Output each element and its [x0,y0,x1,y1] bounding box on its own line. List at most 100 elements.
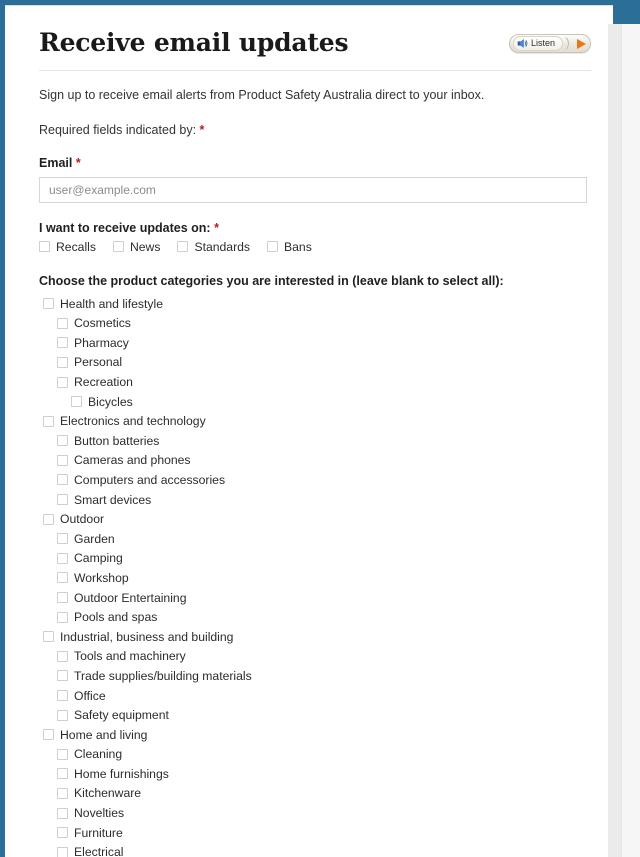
title-row: Receive email updates Listen [39,28,591,58]
checkbox-icon[interactable] [57,533,68,545]
checkbox-icon[interactable] [177,241,189,253]
category-option-label: Outdoor Entertaining [74,590,187,605]
category-option-label: Bicycles [88,394,133,409]
category-option[interactable]: Bicycles [39,392,591,412]
updates-checkbox-group: Recalls News Standards Bans [39,239,591,254]
checkbox-icon[interactable] [112,241,124,253]
listen-label: Listen [530,38,555,48]
checkbox-icon[interactable] [57,709,68,721]
checkbox-icon[interactable] [57,611,68,623]
category-option[interactable]: Health and lifestyle [39,294,591,314]
checkbox-icon[interactable] [39,241,50,253]
category-option[interactable]: Industrial, business and building [39,627,591,647]
checkbox-icon[interactable] [57,592,68,604]
category-option[interactable]: Kitchenware [39,784,591,804]
category-option[interactable]: Personal [39,353,591,373]
checkbox-icon[interactable] [57,454,68,466]
category-option-label: Pharmacy [74,335,129,350]
category-option[interactable]: Cleaning [39,744,591,764]
category-option[interactable]: Cameras and phones [39,451,591,471]
category-option[interactable]: Workshop [39,568,591,588]
category-option[interactable]: Furniture [39,823,591,843]
category-option[interactable]: Pools and spas [39,607,591,627]
checkbox-icon[interactable] [57,356,68,368]
category-option-label: Electrical [74,845,124,857]
category-option[interactable]: Novelties [39,803,591,823]
category-option-label: Cleaning [74,747,123,762]
page-title: Receive email updates [39,28,349,57]
checkbox-icon[interactable] [43,729,54,741]
checkbox-icon[interactable] [57,690,68,701]
category-option-label: Furniture [74,825,123,840]
category-option-label: Camping [74,551,123,566]
checkbox-icon[interactable] [57,807,68,819]
checkbox-icon[interactable] [57,337,68,349]
updates-option[interactable]: News [112,240,160,253]
category-option-label: Cosmetics [74,316,131,331]
category-option[interactable]: Office [39,686,591,706]
checkbox-icon[interactable] [57,572,68,584]
checkbox-icon[interactable] [57,317,68,329]
checkbox-icon[interactable] [57,552,68,564]
updates-option[interactable]: Recalls [39,239,96,254]
play-triangle-icon[interactable] [577,38,586,49]
category-option[interactable]: Electrical [39,842,591,857]
category-option[interactable]: Trade supplies/building materials [39,666,591,686]
category-option[interactable]: Recreation [39,372,591,392]
listen-button-inner[interactable]: Listen [512,36,563,51]
category-option[interactable]: Home and living [39,725,591,745]
checkbox-icon[interactable] [43,513,54,525]
page-content: Receive email updates Listen Sign up to … [5,6,613,857]
category-option[interactable]: Electronics and technology [39,411,591,431]
checkbox-icon[interactable] [57,650,68,662]
category-option-label: Kitchenware [74,786,142,801]
checkbox-icon[interactable] [57,827,68,839]
category-option[interactable]: Home furnishings [39,764,591,784]
category-option[interactable]: Tools and machinery [39,647,591,667]
category-option[interactable]: Garden [39,529,591,549]
category-option-label: Workshop [74,570,129,585]
updates-option[interactable]: Bans [267,239,312,254]
category-option-label: Recreation [74,375,133,389]
category-option-label: Novelties [74,806,125,821]
checkbox-icon[interactable] [57,748,68,760]
checkbox-icon[interactable] [57,787,68,799]
checkbox-icon[interactable] [57,435,68,447]
category-option[interactable]: Camping [39,549,591,569]
listen-button[interactable]: Listen [508,34,591,53]
category-option-label: Home furnishings [74,766,169,781]
updates-option-label: Standards [194,239,251,254]
email-input[interactable] [39,176,587,203]
updates-option-label: Recalls [56,239,96,254]
checkbox-icon[interactable] [267,241,279,253]
listen-separator-icon [565,37,569,50]
category-option[interactable]: Cosmetics [39,313,591,333]
title-divider [39,69,591,71]
scrollbar-gutter[interactable] [621,24,640,857]
category-option[interactable]: Outdoor [39,509,591,529]
category-option[interactable]: Button batteries [39,431,591,451]
updates-option-label: Bans [284,239,312,254]
updates-option[interactable]: Standards [177,239,251,254]
checkbox-icon[interactable] [43,631,54,643]
scrollbar-track[interactable] [608,24,621,857]
category-option[interactable]: Outdoor Entertaining [39,588,591,608]
checkbox-icon[interactable] [57,376,68,388]
category-option-label: Garden [74,531,115,546]
page-surface: Receive email updates Listen Sign up to … [5,5,613,857]
updates-group-label: I want to receive updates on: * [39,221,591,235]
checkbox-icon[interactable] [57,474,68,486]
checkbox-icon[interactable] [43,415,54,427]
checkbox-icon[interactable] [57,670,68,682]
checkbox-icon[interactable] [71,396,82,408]
category-option[interactable]: Pharmacy [39,333,591,353]
email-label-text: Email [39,155,73,170]
checkbox-icon[interactable] [43,298,54,310]
category-option[interactable]: Computers and accessories [39,470,591,490]
checkbox-icon[interactable] [57,494,68,506]
email-field-label: Email * [39,156,591,170]
category-option[interactable]: Safety equipment [39,705,591,725]
checkbox-icon[interactable] [57,846,68,857]
checkbox-icon[interactable] [57,768,68,780]
category-option[interactable]: Smart devices [39,490,591,510]
